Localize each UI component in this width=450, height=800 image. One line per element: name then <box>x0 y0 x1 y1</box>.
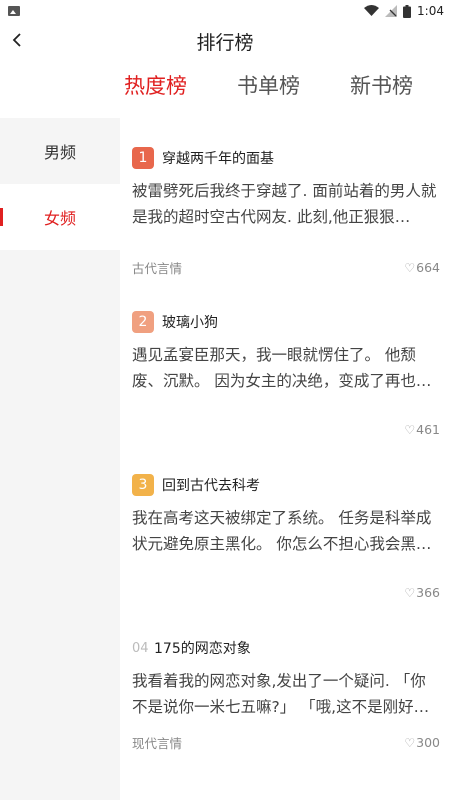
book-head: 3 回到古代去科考 <box>132 473 440 497</box>
sidebar-item-female[interactable]: 女频 <box>0 184 120 250</box>
book-list: 1 穿越两千年的面基 被雷劈死后我终于穿越了. 面前站着的男人就是我的超时空古代… <box>120 118 450 800</box>
battery-icon <box>403 4 412 18</box>
page-title: 排行榜 <box>196 32 254 54</box>
likes-value: 366 <box>416 585 440 600</box>
list-item[interactable]: 04 175的网恋对象 我看着我的网恋对象,发出了一个疑问. 「你不是说你一米七… <box>132 636 440 752</box>
list-item[interactable]: 1 穿越两千年的面基 被雷劈死后我终于穿越了. 面前站着的男人就是我的超时空古代… <box>132 146 440 276</box>
likes-value: 300 <box>416 735 440 750</box>
rank-number: 04 <box>132 640 149 656</box>
gallery-icon <box>8 6 20 16</box>
heart-icon: ♡ <box>404 585 416 600</box>
book-title: 175的网恋对象 <box>154 641 251 657</box>
list-item[interactable]: 2 玻璃小狗 遇见孟宴臣那天，我一眼就愣住了。 他颓废、沉默。 因为女主的决绝，… <box>132 310 440 437</box>
book-head: 04 175的网恋对象 <box>132 636 440 660</box>
book-title: 玻璃小狗 <box>162 315 218 331</box>
sidebar-item-label: 女频 <box>43 209 76 228</box>
sidebar-item-male[interactable]: 男频 <box>0 118 120 184</box>
book-head: 2 玻璃小狗 <box>132 310 440 334</box>
likes-count: ♡ 366 <box>404 585 440 600</box>
tab-new-books[interactable]: 新书榜 <box>350 70 413 100</box>
tab-booklist[interactable]: 书单榜 <box>237 70 300 100</box>
likes-value: 461 <box>416 422 440 437</box>
active-indicator <box>0 208 3 226</box>
tab-hot[interactable]: 热度榜 <box>124 70 187 100</box>
book-head: 1 穿越两千年的面基 <box>132 146 440 170</box>
rank-badge: 3 <box>132 474 154 496</box>
status-left <box>8 6 20 16</box>
book-description: 我看着我的网恋对象,发出了一个疑问. 「你不是说你一米七五嘛?」 「哦,这不是刚… <box>132 672 430 716</box>
book-description: 被雷劈死后我终于穿越了. 面前站着的男人就是我的超时空古代网友. 此刻,他正狠狠… <box>132 182 437 226</box>
category-sidebar: 男频 女频 <box>0 118 120 800</box>
book-meta: 现代言情 ♡ 300 <box>132 733 440 752</box>
book-meta: ♡ 461 <box>132 422 440 437</box>
status-right: 1:04 <box>364 4 444 18</box>
ranking-tabs: 热度榜 书单榜 新书榜 <box>0 70 450 106</box>
likes-value: 664 <box>416 260 440 275</box>
book-title: 穿越两千年的面基 <box>162 151 274 167</box>
sidebar-item-label: 男频 <box>43 143 76 162</box>
rank-badge: 1 <box>132 147 154 169</box>
header: 排行榜 <box>0 22 450 60</box>
likes-count: ♡ 664 <box>404 260 440 275</box>
book-meta: ♡ 366 <box>132 585 440 600</box>
book-description: 遇见孟宴臣那天，我一眼就愣住了。 他颓废、沉默。 因为女主的决绝，变成了再也… <box>132 346 432 390</box>
likes-count: ♡ 461 <box>404 422 440 437</box>
book-title: 回到古代去科考 <box>162 478 260 494</box>
status-bar: 1:04 <box>0 0 450 22</box>
rank-badge: 2 <box>132 311 154 333</box>
heart-icon: ♡ <box>404 735 416 750</box>
heart-icon: ♡ <box>404 260 416 275</box>
book-tag: 古代言情 <box>132 261 183 276</box>
no-signal-icon <box>385 5 398 17</box>
likes-count: ♡ 300 <box>404 735 440 750</box>
wifi-icon <box>364 5 380 16</box>
status-time: 1:04 <box>417 4 444 18</box>
book-meta: 古代言情 ♡ 664 <box>132 258 440 277</box>
book-description: 我在高考这天被绑定了系统。 任务是科举成状元避免原主黑化。 你怎么不担心我会黑… <box>132 509 432 553</box>
heart-icon: ♡ <box>404 422 416 437</box>
book-tag: 现代言情 <box>132 736 183 751</box>
list-item[interactable]: 3 回到古代去科考 我在高考这天被绑定了系统。 任务是科举成状元避免原主黑化。 … <box>132 473 440 600</box>
